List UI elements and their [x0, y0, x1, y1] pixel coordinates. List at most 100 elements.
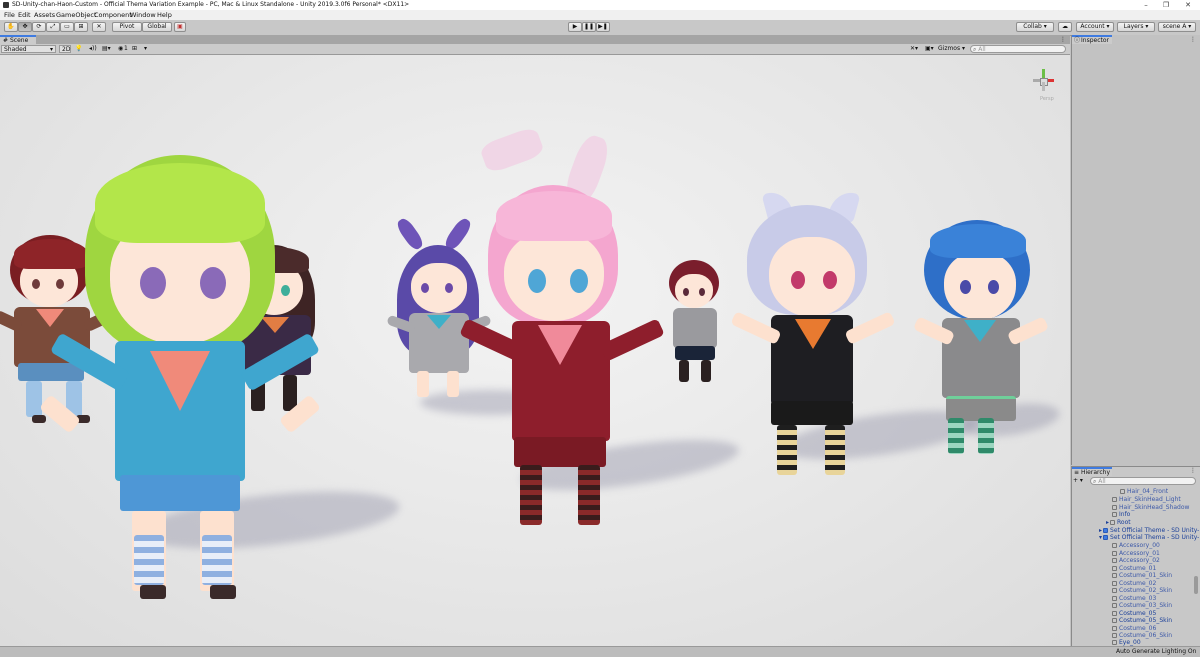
persp-label: Persp	[1040, 96, 1054, 102]
tab-hierarchy[interactable]: ≡ Hierarchy	[1072, 467, 1112, 476]
menu-bar	[0, 10, 1200, 20]
play-button[interactable]: ▶	[568, 22, 582, 32]
custom-tool-icon[interactable]: ✕	[92, 22, 106, 32]
layers-dropdown[interactable]: Layers ▾	[1117, 22, 1155, 32]
inspector-menu-icon[interactable]: ⋮	[1190, 36, 1196, 44]
scale-tool-icon[interactable]: ⤢	[46, 22, 60, 32]
hierarchy-row[interactable]: Costume_05_Skin	[1112, 617, 1172, 625]
gameobject-icon	[1112, 505, 1117, 510]
expand-arrow-icon[interactable]: ▾	[1099, 534, 1102, 541]
hand-tool-icon[interactable]: ✋	[4, 22, 18, 32]
hierarchy-row[interactable]: Costume_01_Skin	[1112, 572, 1172, 580]
gameobject-icon	[1112, 588, 1117, 593]
gameobject-icon	[1110, 520, 1116, 525]
tab-inspector[interactable]: ⓘ Inspector	[1072, 35, 1112, 44]
hierarchy-menu-icon[interactable]: ⋮	[1190, 467, 1196, 475]
rect-tool-icon[interactable]: ▭	[60, 22, 74, 32]
menu-assets[interactable]: Assets	[34, 11, 55, 19]
collab-dropdown[interactable]: Collab ▾	[1016, 22, 1054, 32]
account-label: Account ▾	[1080, 23, 1110, 30]
hierarchy-row[interactable]: Hair_SkinHead_Light	[1112, 496, 1181, 504]
tools-icon[interactable]: ✕▾	[910, 45, 918, 53]
scene-orientation-gizmo[interactable]	[1032, 69, 1056, 93]
row-label: Hair_SkinHead_Shadow	[1119, 504, 1190, 511]
menu-component[interactable]: Component	[94, 11, 132, 19]
expand-arrow-icon[interactable]: ▸	[1099, 527, 1102, 534]
scene-viewport[interactable]: Persp	[0, 55, 1070, 646]
gameobject-icon	[1112, 611, 1117, 616]
hierarchy-row[interactable]: Hair_04_Front	[1120, 488, 1168, 496]
effects-toggle-icon[interactable]: ▤▾	[102, 45, 111, 53]
row-label: Hair_SkinHead_Light	[1119, 496, 1181, 503]
gameobject-icon	[1120, 489, 1125, 494]
fx-count: 1	[124, 45, 128, 52]
gameobject-icon	[1112, 543, 1117, 548]
hierarchy-search-placeholder: All	[1098, 478, 1106, 485]
hierarchy-row[interactable]: Accessory_00	[1112, 542, 1160, 550]
minimize-button[interactable]: –	[1140, 0, 1152, 10]
hierarchy-row[interactable]: Info	[1112, 511, 1130, 519]
menu-file[interactable]: File	[4, 11, 15, 19]
mode-2d-toggle[interactable]: 2D	[59, 45, 71, 53]
audio-toggle-icon[interactable]: ◂))	[89, 45, 97, 53]
prefab-icon	[1103, 535, 1109, 540]
gizmos-label: Gizmos	[938, 45, 961, 52]
scene-tab-bar	[0, 35, 1070, 44]
snap-icon[interactable]: ▣	[174, 22, 186, 32]
gizmos-dropdown[interactable]: Gizmos ▾	[938, 45, 965, 53]
menu-help[interactable]: Help	[157, 11, 172, 19]
step-button[interactable]: ▶❚	[596, 22, 610, 32]
character-silver-cat[interactable]	[730, 188, 896, 495]
menu-window[interactable]: Window	[130, 11, 156, 19]
row-label: Costume_05_Skin	[1119, 617, 1173, 624]
layout-dropdown[interactable]: scene A ▾	[1158, 22, 1196, 32]
close-button[interactable]: ✕	[1182, 0, 1194, 10]
global-toggle[interactable]: Global	[142, 22, 172, 32]
pause-button[interactable]: ❚❚	[582, 22, 596, 32]
hierarchy-row[interactable]: ▾ Set Official Thema - SD Unity-	[1099, 534, 1199, 542]
expand-arrow-icon[interactable]: ▸	[1106, 519, 1109, 526]
move-tool-icon[interactable]: ✥	[18, 22, 32, 32]
row-label: Costume_06	[1119, 625, 1157, 632]
rotate-tool-icon[interactable]: ⟳	[32, 22, 46, 32]
camera-icon[interactable]: ▣▾	[925, 45, 934, 53]
hidden-objects-icon[interactable]: ◉	[118, 45, 123, 53]
status-bar: Auto Generate Lighting On	[0, 646, 1200, 657]
hierarchy-row[interactable]: ▸ Root	[1106, 519, 1131, 527]
row-label: Costume_01_Skin	[1119, 572, 1173, 579]
hierarchy-row[interactable]: Accessory_02	[1112, 557, 1160, 565]
hierarchy-add-button[interactable]: + ▾	[1073, 477, 1083, 485]
menu-gameobject[interactable]: GameObject	[56, 11, 97, 19]
grid-toggle-icon[interactable]: ⊞	[132, 45, 137, 53]
hierarchy-row[interactable]: Costume_02_Skin	[1112, 587, 1172, 595]
gameobject-icon	[1112, 558, 1117, 563]
window-title-bar: SD-Unity-chan-Haon-Custom - Official The…	[0, 0, 1200, 10]
row-label: Costume_02_Skin	[1119, 587, 1173, 594]
character-small-red-hair[interactable]	[665, 260, 725, 390]
hierarchy-search-input[interactable]: ⌕ All	[1090, 477, 1196, 485]
gameobject-icon	[1112, 626, 1117, 631]
character-pink-bunny[interactable]	[459, 125, 670, 525]
shading-mode-dropdown[interactable]: Shaded ▾	[1, 45, 56, 53]
scene-options-icon[interactable]: ▾	[144, 45, 147, 53]
shading-mode-label: Shaded	[4, 46, 27, 53]
transform-tool-icon[interactable]: ⊞	[74, 22, 88, 32]
window-title: SD-Unity-chan-Haon-Custom - Official The…	[12, 1, 410, 8]
menu-edit[interactable]: Edit	[18, 11, 31, 19]
status-text: Auto Generate Lighting On	[1116, 648, 1197, 655]
info-icon: ⓘ	[1074, 37, 1081, 44]
cloud-icon[interactable]: ☁	[1058, 22, 1072, 32]
lighting-toggle-icon[interactable]: 💡	[75, 45, 82, 53]
account-dropdown[interactable]: Account ▾	[1076, 22, 1114, 32]
character-green-hair[interactable]	[38, 155, 330, 599]
character-blue-hair[interactable]	[912, 220, 1050, 460]
scene-search-input[interactable]: ⌕ All	[970, 45, 1066, 53]
row-label: Root	[1117, 519, 1131, 526]
hierarchy-scrollbar[interactable]	[1194, 576, 1198, 594]
inspector-tab-label: Inspector	[1081, 37, 1109, 44]
hierarchy-row[interactable]: Costume_03_Skin	[1112, 602, 1172, 610]
tab-scene[interactable]: # Scene	[0, 35, 36, 44]
pivot-toggle[interactable]: Pivot	[112, 22, 142, 32]
panel-menu-icon[interactable]: ⋮	[1060, 36, 1066, 44]
maximize-button[interactable]: ❐	[1160, 0, 1172, 10]
